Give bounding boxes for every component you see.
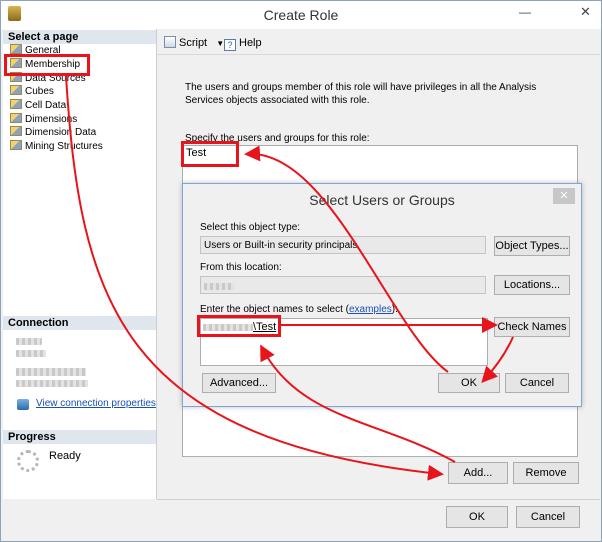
script-icon	[164, 36, 176, 48]
remove-button[interactable]: Remove	[513, 462, 579, 484]
nav-item-dimensions[interactable]: Dimensions	[10, 113, 77, 126]
window-title: Create Role	[263, 7, 339, 23]
page-icon	[10, 140, 22, 150]
dialog-cancel-button[interactable]: Cancel	[505, 373, 569, 393]
view-connection-properties-link[interactable]: View connection properties	[36, 398, 156, 409]
examples-link[interactable]: examples	[349, 304, 392, 315]
advanced-button[interactable]: Advanced...	[202, 373, 276, 393]
redacted-user	[16, 380, 88, 387]
object-types-button[interactable]: Object Types...	[494, 236, 570, 256]
add-button[interactable]: Add...	[448, 462, 508, 484]
locations-button[interactable]: Locations...	[494, 275, 570, 295]
dialog-close-icon[interactable]: ✕	[553, 188, 575, 204]
object-type-label: Select this object type:	[200, 222, 301, 233]
properties-icon	[17, 399, 29, 410]
dropdown-arrow-icon[interactable]: ▼	[216, 39, 224, 48]
membership-description: The users and groups member of this role…	[185, 82, 537, 106]
connection-header: Connection	[3, 316, 156, 330]
progress-header: Progress	[3, 430, 156, 444]
nav-item-dimension-data[interactable]: Dimension Data	[10, 126, 96, 139]
script-button[interactable]: Script ▼	[164, 35, 224, 51]
select-page-header: Select a page	[3, 30, 156, 44]
cancel-button[interactable]: Cancel	[516, 506, 580, 528]
page-icon	[10, 99, 22, 109]
ok-button[interactable]: OK	[446, 506, 508, 528]
object-name-highlight	[197, 315, 281, 337]
page-icon	[10, 126, 22, 136]
title-bar: Create Role — ✕	[1, 1, 601, 29]
help-icon: ?	[224, 39, 236, 51]
redacted-server	[16, 338, 42, 345]
progress-spinner-icon	[17, 450, 39, 472]
location-label: From this location:	[200, 262, 282, 273]
help-button[interactable]: ? Help	[224, 35, 262, 51]
page-icon	[10, 113, 22, 123]
nav-item-cell-data[interactable]: Cell Data	[10, 99, 66, 112]
minimize-icon[interactable]: —	[519, 5, 531, 19]
redacted-location	[204, 282, 234, 290]
redacted-server	[16, 350, 46, 357]
location-field	[200, 276, 486, 294]
progress-status: Ready	[49, 450, 81, 462]
close-icon[interactable]: ✕	[580, 4, 591, 20]
membership-highlight	[4, 54, 90, 76]
object-type-field: Users or Built-in security principals	[200, 236, 486, 254]
check-names-button[interactable]: Check Names	[494, 317, 570, 337]
dialog-ok-button[interactable]: OK	[438, 373, 500, 393]
enter-names-label: Enter the object names to select (exampl…	[200, 304, 398, 315]
member-highlight	[181, 141, 239, 167]
nav-item-mining-structures[interactable]: Mining Structures	[10, 140, 103, 153]
select-users-dialog: Select Users or Groups ✕ Select this obj…	[182, 183, 582, 407]
page-icon	[10, 44, 22, 54]
redacted-user	[16, 368, 86, 376]
dialog-title: Select Users or Groups	[309, 192, 455, 208]
toolbar-divider	[157, 54, 600, 55]
footer-divider	[157, 499, 600, 500]
page-icon	[10, 85, 22, 95]
nav-item-cubes[interactable]: Cubes	[10, 85, 54, 98]
